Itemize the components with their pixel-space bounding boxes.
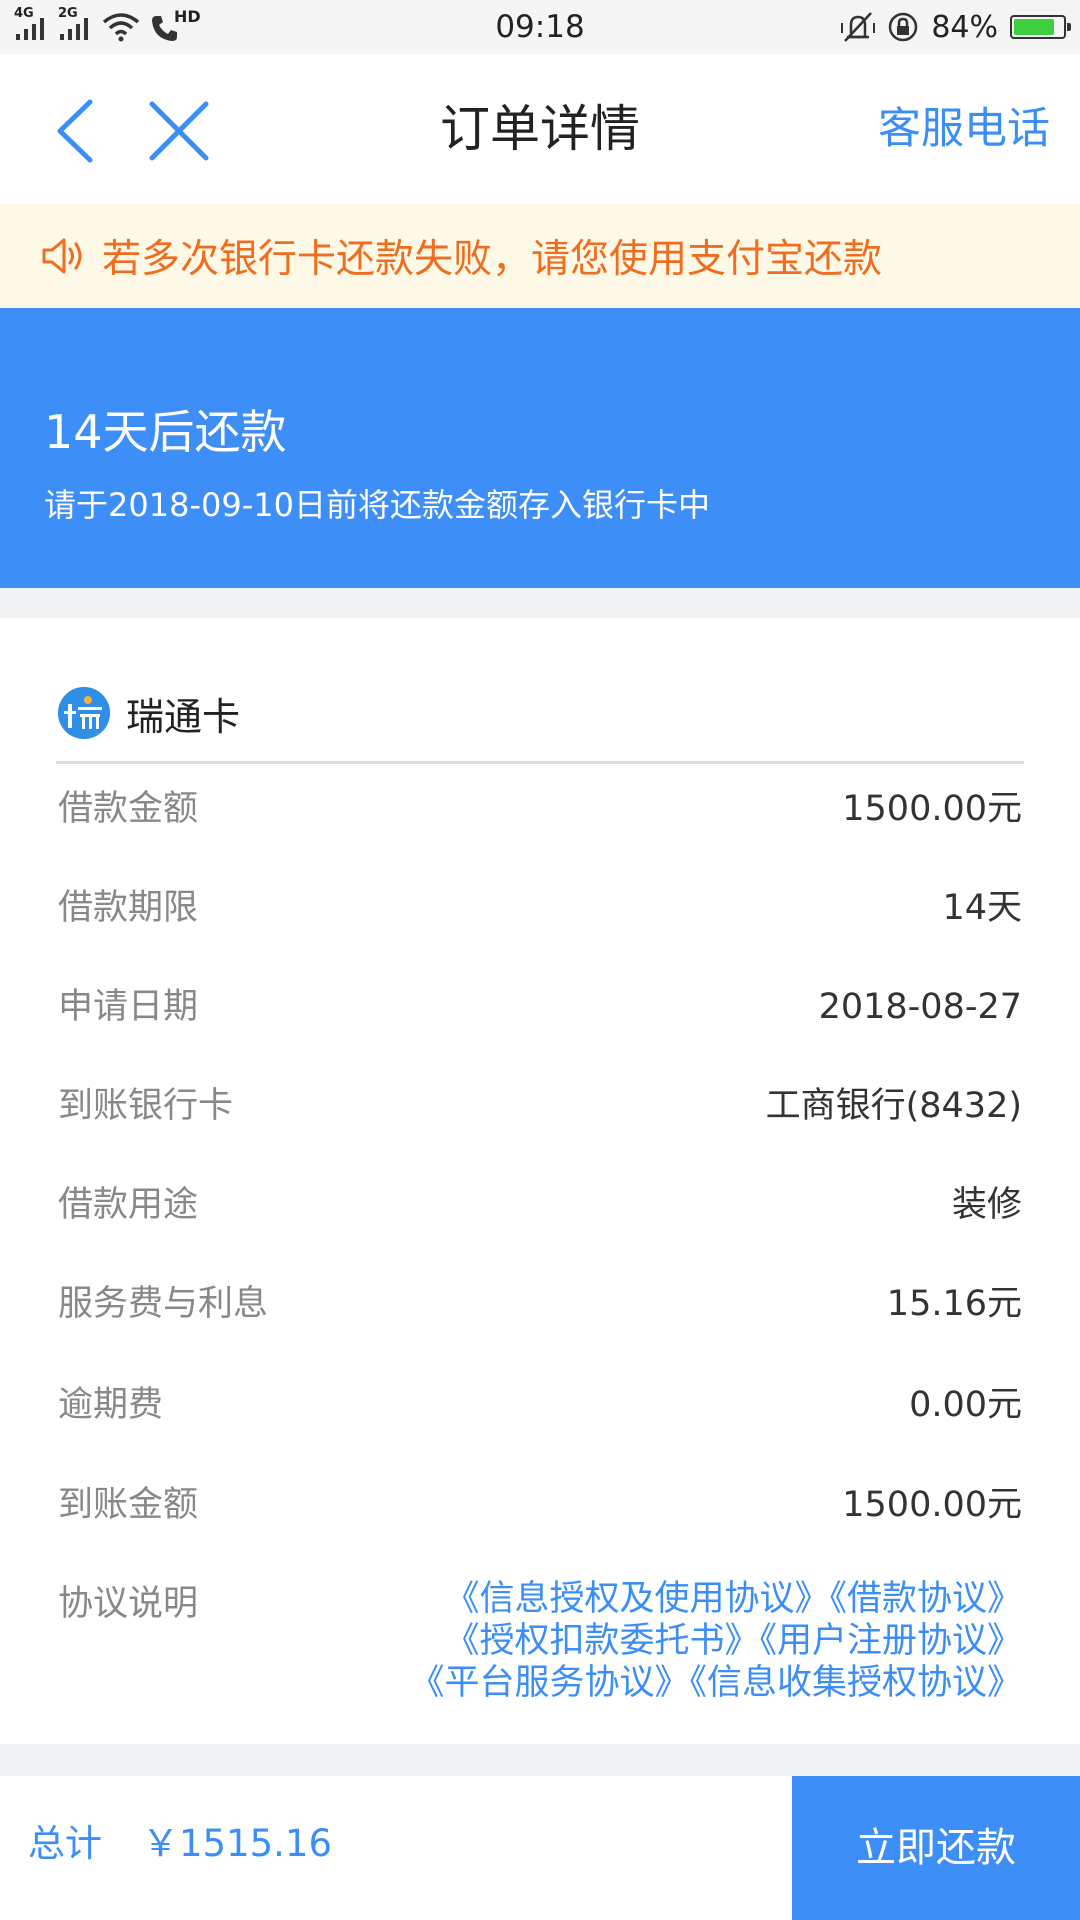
agreement-link-user-registration[interactable]: 《用户注册协议》 <box>759 1621 1022 1661</box>
agreement-link-loan[interactable]: 《借款协议》 <box>829 1579 1022 1619</box>
row-label: 借款期限 <box>58 888 199 928</box>
row-label: 到账银行卡 <box>58 1086 234 1126</box>
battery-level <box>1014 19 1055 35</box>
repayment-instructions: 请于2018-09-10日前将还款金额存入银行卡中 <box>44 486 710 524</box>
agreement-link-platform-service[interactable]: 《平台服务协议》 <box>409 1663 689 1703</box>
customer-service-phone-link[interactable]: 客服电话 <box>878 54 1050 204</box>
row-value: 15.16元 <box>886 1284 1022 1324</box>
agreement-links: 《信息授权及使用协议》《借款协议》 《授权扣款委托书》《用户注册协议》 《平台服… <box>409 1578 1022 1704</box>
row-label: 逾期费 <box>58 1385 164 1425</box>
row-label: 服务费与利息 <box>58 1284 269 1324</box>
status-right-icons: 84% <box>841 8 1071 46</box>
notice-text: 若多次银行卡还款失败，请您使用支付宝还款 <box>102 237 883 282</box>
detail-row-apply-date: 申请日期 2018-08-27 <box>58 972 1022 1042</box>
agreement-link-debit-authorization[interactable]: 《授权扣款委托书》 <box>444 1621 759 1661</box>
row-value: 14天 <box>942 888 1022 928</box>
detail-row-received-amount: 到账金额 1500.00元 <box>58 1470 1022 1540</box>
total-amount: ￥1515.16 <box>142 1822 333 1865</box>
rotation-lock-icon <box>889 12 918 42</box>
product-name: 瑞通卡 <box>126 694 241 739</box>
detail-row-service-fee: 服务费与利息 15.16元 <box>58 1269 1022 1339</box>
repayment-countdown: 14天后还款 <box>44 405 287 459</box>
agreement-line: 《平台服务协议》《信息收集授权协议》 <box>409 1662 1022 1704</box>
row-label: 借款用途 <box>58 1185 199 1225</box>
bottom-bar: 总计 ￥1515.16 立即还款 <box>0 1776 1080 1920</box>
agreement-link-info-collection[interactable]: 《信息收集授权协议》 <box>689 1663 1022 1703</box>
speaker-icon <box>42 238 82 274</box>
notice-bar: 若多次银行卡还款失败，请您使用支付宝还款 <box>0 204 1080 308</box>
row-label: 到账金额 <box>58 1485 199 1525</box>
repay-now-button[interactable]: 立即还款 <box>792 1776 1080 1920</box>
agreements-label: 协议说明 <box>58 1584 199 1624</box>
row-value: 装修 <box>951 1185 1022 1225</box>
agreement-line: 《授权扣款委托书》《用户注册协议》 <box>409 1620 1022 1662</box>
agreement-link-info-authorization[interactable]: 《信息授权及使用协议》 <box>444 1579 829 1619</box>
row-value: 0.00元 <box>909 1385 1022 1425</box>
battery-percent: 84% <box>931 9 998 45</box>
product-header: 瑞通卡 <box>58 658 240 768</box>
vibrate-mute-icon <box>841 12 876 42</box>
order-detail-card: 瑞通卡 借款金额 1500.00元 借款期限 14天 申请日期 2018-08-… <box>0 618 1080 1744</box>
detail-row-loan-amount: 借款金额 1500.00元 <box>58 774 1022 844</box>
row-label: 申请日期 <box>58 987 199 1027</box>
row-value: 1500.00元 <box>842 1485 1022 1525</box>
detail-row-bank-card: 到账银行卡 工商银行(8432) <box>58 1071 1022 1141</box>
agreement-line: 《信息授权及使用协议》《借款协议》 <box>409 1578 1022 1620</box>
detail-row-overdue-fee: 逾期费 0.00元 <box>58 1370 1022 1440</box>
row-label: 借款金额 <box>58 789 199 829</box>
total-label: 总计 <box>28 1822 102 1865</box>
nav-bar: 订单详情 客服电话 <box>0 54 1080 204</box>
ruitong-logo-icon <box>58 687 110 739</box>
row-value: 工商银行(8432) <box>765 1086 1022 1126</box>
row-value: 1500.00元 <box>842 789 1022 829</box>
repayment-banner: 14天后还款 请于2018-09-10日前将还款金额存入银行卡中 <box>0 308 1080 588</box>
status-bar: 4G 2G HD 09:18 84% <box>0 0 1080 54</box>
detail-row-loan-purpose: 借款用途 装修 <box>58 1170 1022 1240</box>
battery-icon <box>1010 15 1071 39</box>
detail-row-loan-term: 借款期限 14天 <box>58 873 1022 943</box>
divider <box>56 761 1024 764</box>
row-value: 2018-08-27 <box>818 987 1022 1027</box>
